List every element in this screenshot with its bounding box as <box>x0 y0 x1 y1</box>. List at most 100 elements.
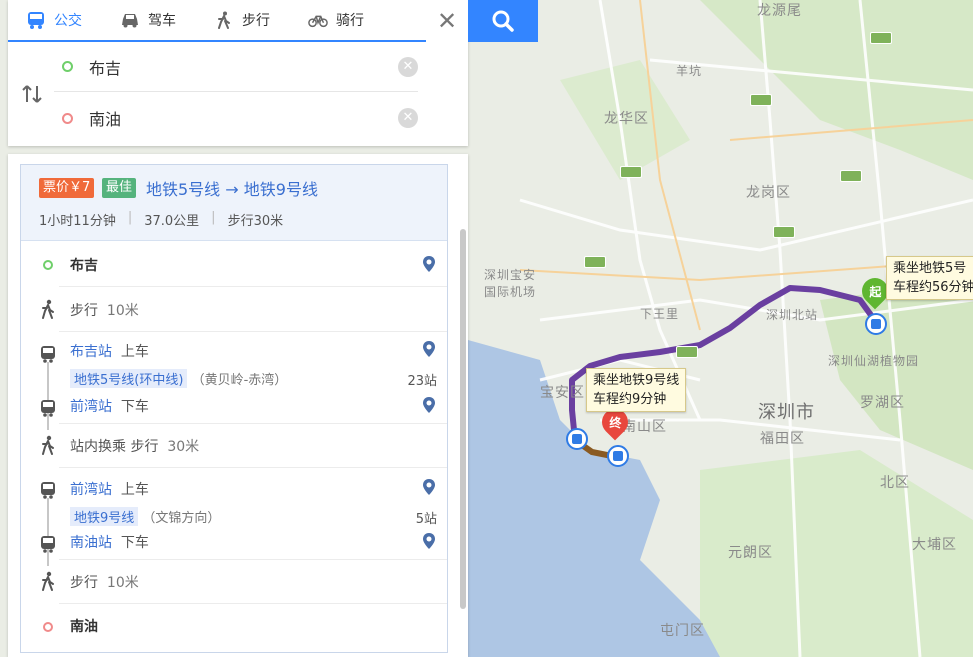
route-result-panel: 票价￥7 最佳 地铁5号线 → 地铁9号线 1小时11分钟 | 37.0公里 |… <box>8 154 468 657</box>
road-shield-icon <box>840 170 862 182</box>
map-label-futian: 福田区 <box>760 431 805 447</box>
plan-duration: 1小时11分钟 <box>39 214 116 229</box>
locate-pin-icon[interactable] <box>421 396 437 414</box>
end-station-bus-icon[interactable] <box>607 445 629 467</box>
tab-bus[interactable]: 公交 <box>8 0 102 40</box>
locate-pin-icon[interactable] <box>421 532 437 550</box>
close-button[interactable]: ✕ <box>426 0 468 42</box>
destination-dot-icon <box>62 112 73 124</box>
end-callout-line: 乘坐地铁9号线 <box>593 373 680 388</box>
route-search-panel: 公交 驾车 步行 骑行 ✕ 布吉 ✕ 南油 ✕ <box>8 0 468 146</box>
map-label-dapeng: 大埔区 <box>912 537 957 553</box>
destination-input[interactable]: 南油 <box>89 106 398 130</box>
tab-bike-label: 骑行 <box>336 13 364 29</box>
car-icon <box>122 14 138 28</box>
plan-title: 地铁5号线 → 地铁9号线 <box>146 180 318 199</box>
origin-dot-icon <box>62 61 73 72</box>
bike-icon <box>308 15 328 28</box>
road-shield-icon <box>584 256 606 268</box>
map-label-shenzhen-city: 深圳市 <box>758 402 815 423</box>
map-label-yangkeng: 羊坑 <box>676 64 703 78</box>
locate-pin-icon[interactable] <box>421 478 437 496</box>
tab-walk[interactable]: 步行 <box>196 0 290 40</box>
plan-summary: 1小时11分钟 | 37.0公里 | 步行30米 <box>39 210 284 229</box>
end-dot-icon <box>38 617 58 637</box>
tab-drive-label: 驾车 <box>148 13 176 29</box>
map-label-longyuan: 龙源尾 <box>757 3 802 19</box>
road-shield-icon <box>870 32 892 44</box>
destination-field[interactable]: 南油 ✕ <box>54 93 418 143</box>
map-label-longgang: 龙岗区 <box>746 185 791 201</box>
clear-destination-button[interactable]: ✕ <box>398 108 418 128</box>
line-5-stop-count: 23站 <box>407 374 437 389</box>
walk-icon <box>218 11 230 29</box>
end-route-callout: 乘坐地铁9号线 车程约9分钟 <box>586 368 687 412</box>
step-walk-2-text: 步行 10米 <box>70 575 139 591</box>
plan-header[interactable]: 票价￥7 最佳 地铁5号线 → 地铁9号线 1小时11分钟 | 37.0公里 |… <box>21 165 447 241</box>
line-9-stop-count: 5站 <box>415 512 437 527</box>
map-label-airport-2: 国际机场 <box>484 285 537 299</box>
travel-mode-tabs: 公交 驾车 步行 骑行 <box>8 0 426 42</box>
road-shield-icon <box>620 166 642 178</box>
origin-input[interactable]: 布吉 <box>89 55 398 79</box>
search-icon <box>492 10 514 32</box>
search-button[interactable] <box>468 0 538 42</box>
tab-drive[interactable]: 驾车 <box>102 0 196 40</box>
transfer-station-bus-icon[interactable] <box>566 428 588 450</box>
map-label-luohu: 罗湖区 <box>860 395 905 411</box>
road-shield-icon <box>773 226 795 238</box>
start-station-bus-icon[interactable] <box>865 313 887 335</box>
road-shield-icon <box>750 94 772 106</box>
map-label-yuanlang: 元朗区 <box>728 545 773 561</box>
walk-icon <box>42 435 54 455</box>
board-station-1: 布吉站 上车 <box>70 344 149 360</box>
price-badge: 票价￥7 <box>39 178 95 198</box>
step-end-label: 南油 <box>70 619 98 635</box>
map-label-tuen-mun: 屯门区 <box>660 623 705 639</box>
clear-origin-button[interactable]: ✕ <box>398 56 418 77</box>
metro-icon <box>41 400 55 417</box>
board-station-2: 前湾站 上车 <box>70 482 149 498</box>
tab-bus-label: 公交 <box>54 13 82 29</box>
tab-bike[interactable]: 骑行 <box>290 0 384 40</box>
line-5-chip[interactable]: 地铁5号线(环中线) <box>70 369 188 388</box>
map-label-airport-1: 深圳宝安 <box>484 268 537 282</box>
map-label-baoan: 宝安区 <box>540 385 585 401</box>
close-icon: ✕ <box>436 7 458 35</box>
step-metro-line-9[interactable]: 前湾站 上车 地铁9号线 （文锦方向） 5站 南油站 下车 步行 10米 <box>21 468 447 604</box>
origin-field[interactable]: 布吉 ✕ <box>54 42 418 92</box>
walk-icon <box>42 299 54 319</box>
alight-station-2: 南油站 下车 <box>70 535 149 551</box>
plan-walk-distance: 步行30米 <box>227 214 284 229</box>
walk-icon <box>42 571 54 591</box>
swap-direction-icon[interactable] <box>20 82 44 106</box>
step-end[interactable]: 南油 <box>21 604 447 649</box>
end-callout-time: 车程约9分钟 <box>593 392 667 407</box>
result-scrollbar[interactable] <box>460 229 466 609</box>
locate-pin-icon[interactable] <box>421 340 437 358</box>
start-dot-icon <box>38 255 58 275</box>
map-label-bei: 北区 <box>880 475 910 491</box>
step-start[interactable]: 布吉 <box>21 242 447 287</box>
metro-icon <box>41 536 55 553</box>
line-9-info: 地铁9号线 （文锦方向） <box>70 507 220 526</box>
road-shield-icon <box>676 346 698 358</box>
map-label-shenzhen-north: 深圳北站 <box>766 308 819 322</box>
start-callout-time: 车程约56分钟 <box>893 280 973 295</box>
bus-icon <box>28 12 44 29</box>
alight-station-1: 前湾站 下车 <box>70 399 149 415</box>
start-callout-line: 乘坐地铁5号 <box>893 261 967 276</box>
best-badge: 最佳 <box>102 178 137 198</box>
step-metro-line-5[interactable]: 布吉站 上车 地铁5号线(环中线) （黄贝岭-赤湾） 23站 前湾站 下车 站内… <box>21 332 447 468</box>
map-label-longhua: 龙华区 <box>604 111 649 127</box>
line-9-chip[interactable]: 地铁9号线 <box>70 507 139 526</box>
locate-pin-icon[interactable] <box>421 255 437 273</box>
step-walk-1[interactable]: 步行 10米 <box>21 287 447 332</box>
transit-plan-card[interactable]: 票价￥7 最佳 地铁5号线 → 地铁9号线 1小时11分钟 | 37.0公里 |… <box>20 164 448 653</box>
map-label-nanshan: 南山区 <box>622 419 667 435</box>
map-label-botanical: 深圳仙湖植物园 <box>828 354 920 368</box>
step-start-label: 布吉 <box>70 258 98 274</box>
tab-walk-label: 步行 <box>242 13 270 29</box>
start-route-callout: 乘坐地铁5号 车程约56分钟 <box>886 256 973 300</box>
step-walk-1-text: 步行 10米 <box>70 303 139 319</box>
